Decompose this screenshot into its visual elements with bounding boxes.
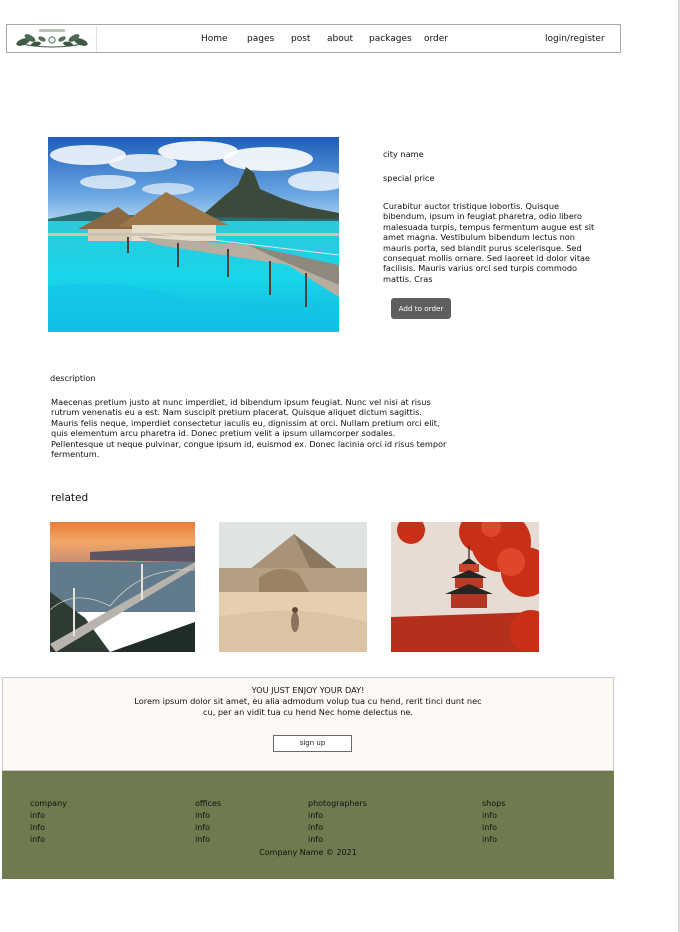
nav-link-home[interactable]: Home: [201, 34, 228, 45]
newsletter-headline: YOU JUST ENJOY YOUR DAY!: [251, 685, 365, 695]
add-to-order-button[interactable]: Add to order: [391, 298, 451, 319]
footer-link[interactable]: info: [30, 810, 67, 822]
site-logo[interactable]: [9, 26, 97, 52]
nav-link-pages[interactable]: pages: [247, 34, 274, 45]
destination-summary: Curabitur auctor tristique lobortis. Qui…: [383, 201, 595, 283]
nav-link-post[interactable]: post: [291, 34, 310, 45]
footer-link[interactable]: info: [308, 810, 367, 822]
related-heading: related: [51, 492, 89, 504]
pyramid-sphinx-photo: [219, 522, 367, 652]
newsletter-text-line1: Lorem ipsum dolor sit amet, eu alia admo…: [134, 696, 482, 706]
site-footer: company info info info offices info info…: [2, 771, 614, 879]
footer-column-company: company info info info: [30, 798, 67, 846]
footer-link[interactable]: info: [482, 834, 505, 846]
related-card-pagoda[interactable]: [391, 512, 553, 654]
nav-link-packages[interactable]: packages: [369, 34, 412, 45]
top-navbar: Home pages post about packages order log…: [6, 24, 621, 53]
copyright-text: Company Name © 2021: [259, 848, 357, 857]
footer-column-title: photographers: [308, 799, 367, 808]
footer-column-offices: offices info info info: [195, 798, 221, 846]
footer-link[interactable]: info: [195, 834, 221, 846]
footer-link[interactable]: info: [482, 822, 505, 834]
footer-link[interactable]: info: [308, 834, 367, 846]
footer-link[interactable]: info: [482, 810, 505, 822]
footer-column-shops: shops info info info: [482, 798, 505, 846]
footer-link[interactable]: info: [195, 822, 221, 834]
description-label: description: [50, 373, 96, 383]
footer-column-title: shops: [482, 799, 506, 808]
newsletter-section: YOU JUST ENJOY YOUR DAY! Lorem ipsum dol…: [2, 677, 614, 771]
login-register-link[interactable]: login/register: [545, 34, 605, 45]
city-name: city name: [383, 149, 424, 159]
footer-link[interactable]: info: [195, 810, 221, 822]
nav-link-about[interactable]: about: [327, 34, 353, 45]
related-card-pyramids[interactable]: [219, 522, 367, 652]
sign-up-button[interactable]: sign up: [273, 735, 352, 752]
city-bridge-photo: [49, 522, 196, 652]
leaf-branch-logo-icon: [16, 29, 88, 48]
footer-link[interactable]: info: [308, 822, 367, 834]
pagoda-autumn-photo: [391, 512, 553, 654]
special-price: special price: [383, 173, 435, 183]
footer-column-title: company: [30, 799, 67, 808]
newsletter-text-line2: cu, per an vidit tua cu hend Nec home de…: [202, 707, 414, 717]
footer-link[interactable]: info: [30, 834, 67, 846]
footer-link[interactable]: info: [30, 822, 67, 834]
related-card-bridge-city[interactable]: [49, 522, 196, 652]
nav-link-order[interactable]: order: [424, 34, 448, 45]
destination-photo: [48, 137, 348, 332]
description-text: Maecenas pretium justo at nunc imperdiet…: [51, 397, 447, 460]
footer-column-title: offices: [195, 799, 222, 808]
footer-column-photographers: photographers info info info: [308, 798, 367, 846]
